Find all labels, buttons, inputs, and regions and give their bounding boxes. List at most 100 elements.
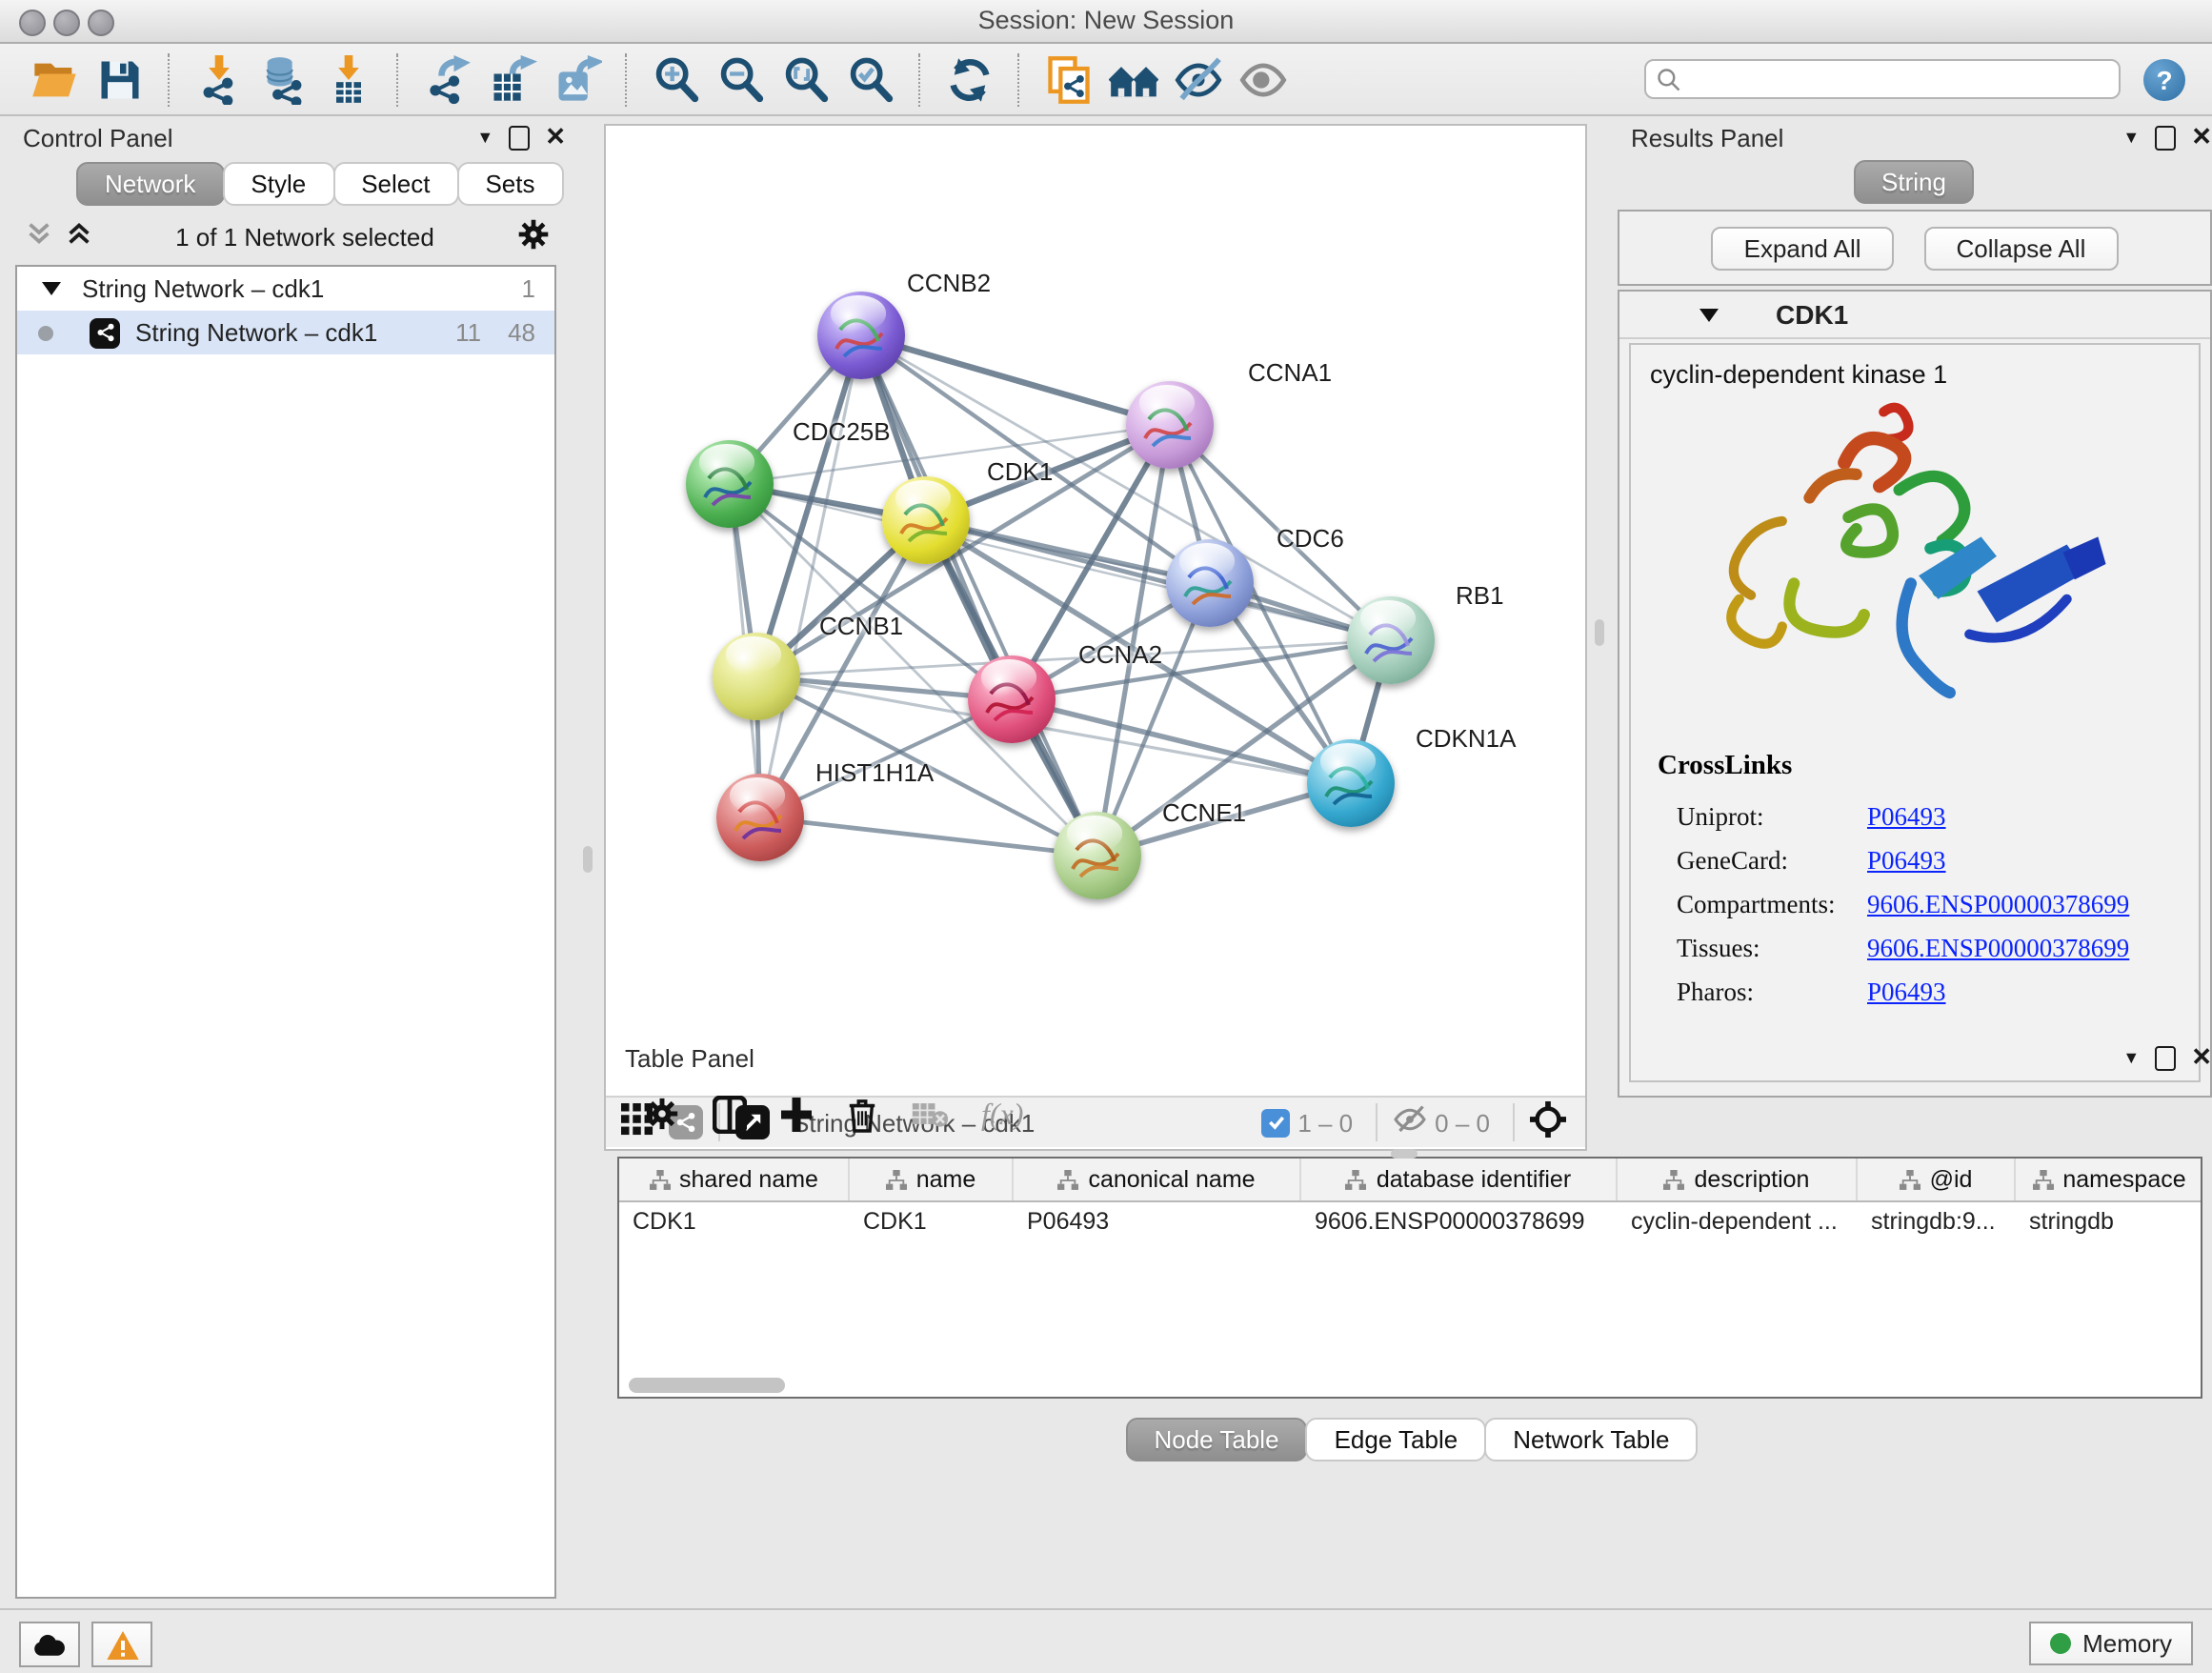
column-header-@id[interactable]: @id bbox=[1858, 1159, 2016, 1200]
column-header-database-identifier[interactable]: database identifier bbox=[1301, 1159, 1618, 1200]
hide-selected-icon[interactable] bbox=[1172, 52, 1225, 106]
cloud-button[interactable] bbox=[19, 1622, 80, 1667]
toolbar-separator bbox=[168, 52, 171, 106]
first-neighbors-icon[interactable] bbox=[1107, 52, 1160, 106]
table-cell[interactable]: stringdb bbox=[2016, 1202, 2202, 1240]
network-options-gear-icon[interactable] bbox=[516, 216, 551, 256]
network-node-HIST1H1A[interactable] bbox=[716, 774, 804, 861]
network-edge[interactable] bbox=[760, 335, 861, 817]
panel-menu-icon[interactable]: ▼ bbox=[2122, 1048, 2140, 1067]
tab-string[interactable]: String bbox=[1853, 160, 1975, 204]
network-canvas[interactable]: CCNB2CCNA1CDC25BCDK1CDC6RB1CCNB1CCNA2CDK… bbox=[606, 126, 1585, 1096]
show-all-icon[interactable] bbox=[1237, 52, 1290, 106]
table-cell[interactable]: cyclin-dependent ... bbox=[1618, 1202, 1858, 1240]
tab-edge-table[interactable]: Edge Table bbox=[1306, 1418, 1487, 1461]
panel-float-icon[interactable] bbox=[509, 125, 530, 150]
tab-select[interactable]: Select bbox=[332, 162, 458, 206]
import-network-file-icon[interactable] bbox=[192, 52, 246, 106]
network-node-CCNB1[interactable] bbox=[713, 633, 800, 720]
memory-button[interactable]: Memory bbox=[2029, 1622, 2193, 1665]
tab-network-table[interactable]: Network Table bbox=[1484, 1418, 1698, 1461]
table-cell[interactable]: 9606.ENSP00000378699 bbox=[1301, 1202, 1618, 1240]
panel-menu-icon[interactable]: ▼ bbox=[2122, 128, 2140, 147]
new-network-from-selection-icon[interactable] bbox=[1042, 52, 1096, 106]
collapse-all-button[interactable]: Collapse All bbox=[1924, 226, 2119, 270]
delete-columns-icon[interactable] bbox=[846, 1095, 878, 1139]
horizontal-splitter-handle[interactable] bbox=[1391, 1149, 1418, 1159]
title-bar[interactable]: Session: New Session bbox=[0, 0, 2212, 44]
network-node-CDC6[interactable] bbox=[1166, 539, 1254, 627]
expand-all-button[interactable]: Expand All bbox=[1712, 226, 1894, 270]
column-type-icon bbox=[1664, 1169, 1685, 1190]
import-network-database-icon[interactable] bbox=[257, 52, 311, 106]
zoom-in-icon[interactable] bbox=[650, 52, 703, 106]
search-box[interactable] bbox=[1644, 59, 2121, 99]
export-table-icon[interactable] bbox=[486, 52, 539, 106]
network-node-CDK1[interactable] bbox=[882, 476, 970, 564]
section-expand-icon[interactable] bbox=[1699, 308, 1719, 321]
network-node-CCNE1[interactable] bbox=[1054, 812, 1141, 899]
crosslink-link[interactable]: 9606.ENSP00000378699 bbox=[1867, 933, 2129, 963]
tab-network[interactable]: Network bbox=[76, 162, 224, 206]
crosslink-link[interactable]: 9606.ENSP00000378699 bbox=[1867, 889, 2129, 919]
collection-expand-icon[interactable] bbox=[42, 282, 61, 295]
column-header-name[interactable]: name bbox=[850, 1159, 1014, 1200]
column-header-description[interactable]: description bbox=[1618, 1159, 1858, 1200]
horizontal-scrollbar[interactable] bbox=[629, 1378, 785, 1393]
create-column-icon[interactable] bbox=[779, 1095, 814, 1139]
panel-close-icon[interactable]: ✕ bbox=[545, 122, 566, 152]
import-table-file-icon[interactable] bbox=[322, 52, 375, 106]
zoom-out-icon[interactable] bbox=[714, 52, 768, 106]
warning-button[interactable] bbox=[91, 1622, 152, 1667]
tab-node-table[interactable]: Node Table bbox=[1125, 1418, 1307, 1461]
network-row[interactable]: String Network – cdk1 11 48 bbox=[17, 311, 554, 354]
panel-close-icon[interactable]: ✕ bbox=[2191, 122, 2212, 152]
network-node-CDC25B[interactable] bbox=[686, 440, 774, 528]
left-splitter-handle[interactable] bbox=[583, 846, 593, 873]
crosslink-link[interactable]: P06493 bbox=[1867, 977, 1946, 1007]
protein-section-header[interactable]: CDK1 bbox=[1619, 292, 2210, 339]
search-input[interactable] bbox=[1682, 62, 2119, 96]
collapse-all-icon[interactable] bbox=[25, 219, 53, 253]
crosslink-link[interactable]: P06493 bbox=[1867, 801, 1946, 832]
table-gear-icon[interactable] bbox=[644, 1096, 680, 1138]
table-cell[interactable]: P06493 bbox=[1014, 1202, 1301, 1240]
column-header-canonical-name[interactable]: canonical name bbox=[1014, 1159, 1301, 1200]
network-collection-row[interactable]: String Network – cdk1 1 bbox=[17, 267, 554, 311]
network-edge[interactable] bbox=[760, 817, 1097, 856]
apply-layout-icon[interactable] bbox=[943, 52, 996, 106]
panel-close-icon[interactable]: ✕ bbox=[2191, 1042, 2212, 1073]
node-label-CDKN1A: CDKN1A bbox=[1416, 724, 1517, 753]
table-cell[interactable]: CDK1 bbox=[850, 1202, 1014, 1240]
column-header-shared-name[interactable]: shared name bbox=[619, 1159, 850, 1200]
window-title: Session: New Session bbox=[0, 6, 2212, 34]
zoom-fit-icon[interactable] bbox=[779, 52, 833, 106]
network-node-RB1[interactable] bbox=[1347, 596, 1435, 684]
zoom-selected-icon[interactable] bbox=[844, 52, 897, 106]
panel-float-icon[interactable] bbox=[2155, 125, 2176, 150]
table-cell[interactable]: stringdb:9... bbox=[1858, 1202, 2016, 1240]
panel-float-icon[interactable] bbox=[2155, 1045, 2176, 1070]
network-node-CCNA1[interactable] bbox=[1126, 381, 1214, 469]
crosslink-label: GeneCard: bbox=[1677, 845, 1867, 876]
show-columns-icon[interactable] bbox=[713, 1095, 747, 1139]
open-session-icon[interactable] bbox=[29, 52, 82, 106]
help-icon[interactable]: ? bbox=[2143, 58, 2185, 100]
network-node-CCNA2[interactable] bbox=[968, 655, 1056, 743]
network-edge[interactable] bbox=[861, 335, 1170, 425]
tab-style[interactable]: Style bbox=[222, 162, 334, 206]
crosslink-link[interactable]: P06493 bbox=[1867, 845, 1946, 876]
right-splitter-handle[interactable] bbox=[1595, 619, 1604, 646]
table-cell[interactable]: CDK1 bbox=[619, 1202, 850, 1240]
save-session-icon[interactable] bbox=[93, 52, 147, 106]
cytoscape-window: Session: New Session bbox=[0, 0, 2212, 1671]
crosslink-row: Tissues:9606.ENSP00000378699 bbox=[1631, 926, 2199, 970]
column-header-namespace[interactable]: namespace bbox=[2016, 1159, 2202, 1200]
expand-all-icon[interactable] bbox=[65, 219, 93, 253]
export-network-icon[interactable] bbox=[421, 52, 474, 106]
network-node-CCNB2[interactable] bbox=[817, 292, 905, 379]
network-node-CDKN1A[interactable] bbox=[1307, 739, 1395, 827]
tab-sets[interactable]: Sets bbox=[456, 162, 563, 206]
panel-menu-icon[interactable]: ▼ bbox=[476, 128, 493, 147]
export-image-icon[interactable] bbox=[551, 52, 604, 106]
